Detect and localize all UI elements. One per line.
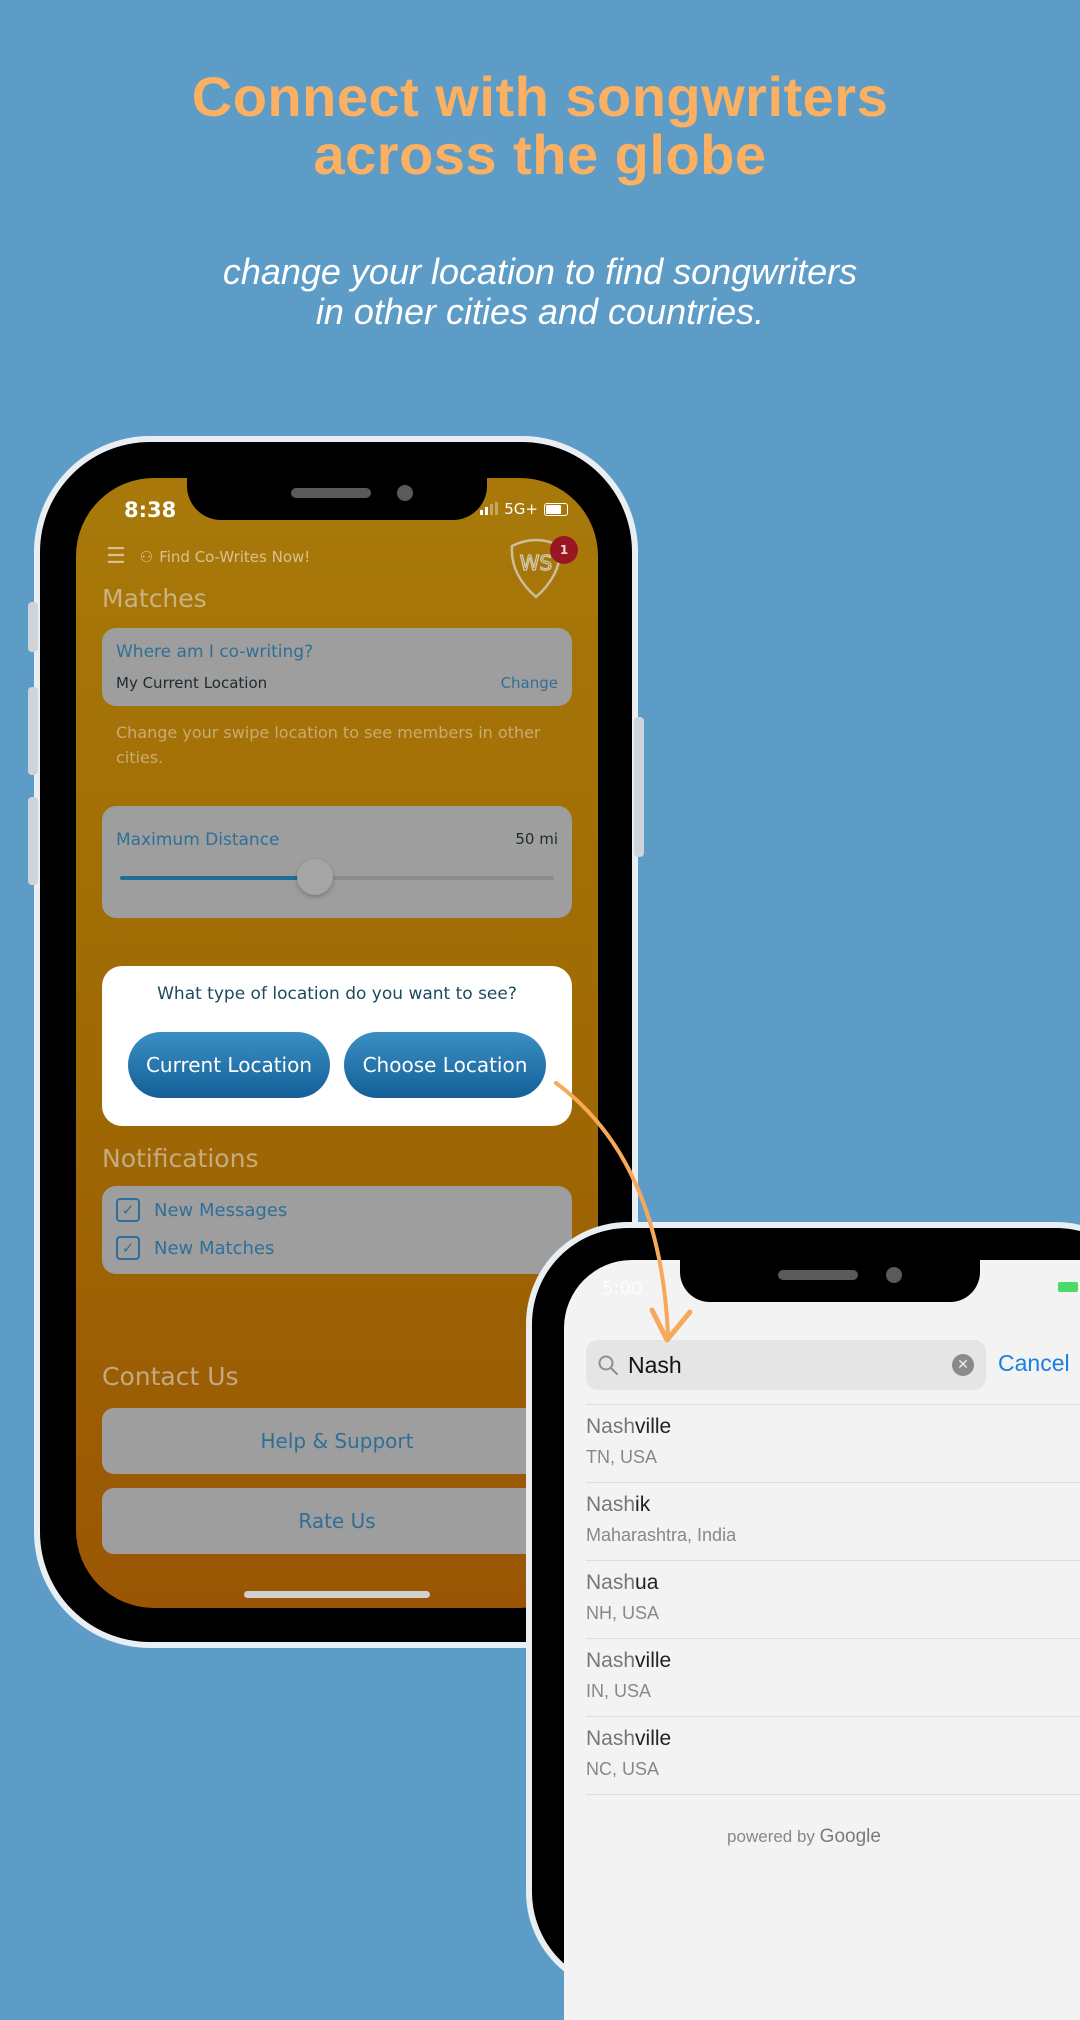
home-indicator [244, 1591, 430, 1598]
search-results-list: Nashville TN, USA Nashik Maharashtra, In… [586, 1404, 1080, 1795]
location-hint: Change your swipe location to see member… [116, 723, 541, 767]
result-rest: ville [635, 1649, 672, 1672]
location-type-dialog: What type of location do you want to see… [102, 966, 572, 1126]
people-icon: ⚇ [139, 547, 154, 566]
side-button-volume-up [28, 687, 38, 775]
distance-card: Maximum Distance 50 mi [102, 806, 572, 918]
subheadline-line-2: in other cities and countries. [315, 291, 765, 332]
search-result-item[interactable]: Nashville NC, USA [586, 1717, 1080, 1795]
headline: Connect with songwriters across the glob… [0, 68, 1080, 184]
notification-new-messages[interactable]: ✓ New Messages [116, 1198, 287, 1222]
search-result-item[interactable]: Nashville TN, USA [586, 1405, 1080, 1483]
find-cowrites-link[interactable]: ⚇ Find Co-Writes Now! [140, 548, 311, 566]
result-match: Nash [586, 1571, 636, 1594]
result-match: Nash [586, 1649, 636, 1672]
settings-screen: 8:38 5G+ ☰ ⚇ Find Co-Writes Now! WS 1 Ma… [76, 478, 598, 1608]
distance-slider-fill [120, 876, 316, 880]
result-rest: ua [635, 1571, 659, 1594]
result-region: NC, USA [586, 1759, 660, 1779]
side-button-mute [28, 602, 38, 652]
checkbox-checked-icon[interactable]: ✓ [116, 1198, 140, 1222]
help-support-button[interactable]: Help & Support [102, 1408, 572, 1474]
notch [680, 1260, 980, 1302]
contact-heading: Contact Us [102, 1362, 239, 1391]
location-search-field[interactable]: Nash ✕ [586, 1340, 986, 1390]
top-nav: ☰ ⚇ Find Co-Writes Now! [106, 544, 310, 569]
list-icon[interactable]: ☰ [106, 544, 126, 569]
choose-location-button[interactable]: Choose Location [344, 1032, 546, 1098]
distance-slider-track[interactable] [120, 859, 554, 895]
location-search-screen: 5:00 Nash ✕ Cancel Nashville TN, USA Nas… [564, 1260, 1080, 2020]
search-result-item[interactable]: Nashua NH, USA [586, 1561, 1080, 1639]
new-matches-label: New Matches [154, 1237, 275, 1259]
result-match: Nash [586, 1727, 636, 1750]
rate-us-button[interactable]: Rate Us [102, 1488, 572, 1554]
result-name: Nashik [586, 1493, 1080, 1517]
notifications-card: ✓ New Messages ✓ New Matches [102, 1186, 572, 1274]
headline-line-2: across the globe [313, 123, 767, 186]
powered-by-google: powered by Google [564, 1826, 1044, 1848]
logo-text: WS [520, 551, 552, 575]
headline-line-1: Connect with songwriters [191, 65, 889, 128]
matches-heading: Matches [102, 584, 207, 613]
camera [397, 485, 413, 501]
result-name: Nashua [586, 1571, 1080, 1595]
location-card[interactable]: Where am I co-writing? My Current Locati… [102, 628, 572, 706]
result-region: TN, USA [586, 1447, 658, 1467]
result-name: Nashville [586, 1649, 1080, 1673]
notification-new-matches[interactable]: ✓ New Matches [116, 1236, 274, 1260]
distance-label: Maximum Distance [116, 830, 280, 850]
powered-by-label: powered by [727, 1827, 815, 1846]
network-label: 5G+ [504, 500, 538, 518]
result-region: NH, USA [586, 1603, 660, 1623]
speaker [778, 1270, 858, 1280]
notifications-heading: Notifications [102, 1144, 259, 1173]
search-result-item[interactable]: Nashik Maharashtra, India [586, 1483, 1080, 1561]
location-question: Where am I co-writing? [116, 642, 314, 662]
result-rest: ville [635, 1415, 672, 1438]
google-brand: Google [819, 1826, 881, 1847]
find-cowrites-label: Find Co-Writes Now! [159, 547, 311, 566]
side-button-power [634, 717, 644, 857]
location-value: My Current Location [116, 674, 268, 692]
result-rest: ville [635, 1727, 672, 1750]
distance-slider-thumb[interactable] [297, 859, 334, 895]
result-name: Nashville [586, 1415, 1080, 1439]
search-input-value[interactable]: Nash [628, 1352, 682, 1379]
result-match: Nash [586, 1415, 636, 1438]
status-time: 5:00 [602, 1278, 643, 1299]
result-name: Nashville [586, 1727, 1080, 1751]
battery-icon [544, 502, 568, 516]
status-time: 8:38 [124, 498, 177, 522]
change-location-link[interactable]: Change [501, 674, 558, 692]
camera [886, 1267, 902, 1283]
new-messages-label: New Messages [154, 1199, 288, 1221]
result-region: IN, USA [586, 1681, 652, 1701]
result-match: Nash [586, 1493, 636, 1516]
subheadline: change your location to find songwriters… [0, 252, 1080, 332]
result-rest: ik [635, 1493, 651, 1516]
distance-value: 50 mi [515, 830, 558, 848]
speaker [291, 488, 371, 498]
signal-icon [480, 502, 499, 515]
clear-search-icon[interactable]: ✕ [952, 1354, 974, 1376]
checkbox-checked-icon[interactable]: ✓ [116, 1236, 140, 1260]
phone-search-mockup: 5:00 Nash ✕ Cancel Nashville TN, USA Nas… [532, 1228, 1080, 2020]
notification-badge: 1 [550, 536, 578, 564]
current-location-button[interactable]: Current Location [128, 1032, 330, 1098]
cancel-button[interactable]: Cancel [998, 1350, 1070, 1377]
search-result-item[interactable]: Nashville IN, USA [586, 1639, 1080, 1717]
status-indicators: 5G+ [480, 500, 568, 518]
search-icon [598, 1355, 618, 1375]
notch [187, 478, 487, 520]
result-region: Maharashtra, India [586, 1525, 737, 1545]
side-button-volume-down [28, 797, 38, 885]
subheadline-line-1: change your location to find songwriters [222, 251, 858, 292]
battery-charging-icon [1058, 1282, 1078, 1292]
dialog-question: What type of location do you want to see… [157, 984, 517, 1004]
